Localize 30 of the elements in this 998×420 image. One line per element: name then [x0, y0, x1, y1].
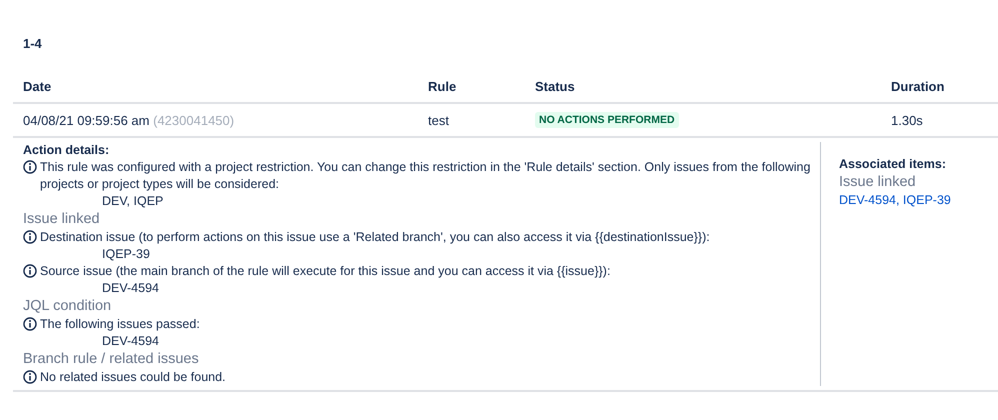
column-header: Date	[23, 79, 52, 94]
associated-title: Associated items:	[839, 156, 947, 173]
details-title: Action details:	[23, 142, 110, 159]
section-heading: Branch rule / related issues	[23, 350, 200, 369]
info-icon	[23, 370, 37, 384]
info-message: Source issue (the main branch of the rule will execute for this issue and you can access it via {{issue}}):	[40, 263, 610, 280]
column-header: Duration	[891, 79, 946, 94]
column-header: Rule	[428, 79, 458, 94]
issue-keys: IQEP-39	[102, 247, 150, 261]
duration-cell-text: 1.30s	[891, 112, 924, 128]
issue-keys: DEV, IQEP	[102, 194, 164, 208]
issue-keys: DEV-4594	[102, 281, 159, 295]
info-message: The following issues passed:	[40, 316, 200, 333]
info-message: No related issues could be found.	[40, 369, 226, 386]
issue-link[interactable]: DEV-4594, IQEP-39	[839, 192, 951, 209]
info-icon	[23, 264, 37, 278]
info-icon	[23, 317, 37, 331]
result-range: 1-4	[22, 36, 43, 51]
info-icon	[23, 160, 37, 174]
section-heading: Issue linked	[23, 210, 101, 229]
rule-cell-text: test	[428, 112, 450, 128]
info-icon	[23, 230, 37, 244]
date-cell-text: 04/08/21 09:59:56 am (4230041450)	[23, 112, 236, 128]
issue-keys: DEV-4594	[102, 334, 159, 348]
info-message: This rule was configured with a project restriction. You can change this restriction in the 'Rule details' section. Only issues from the following projects or project types will be considered:	[40, 159, 812, 193]
associated-heading: Issue linked	[839, 173, 917, 192]
section-heading: JQL condition	[23, 297, 112, 316]
column-header: Status	[535, 79, 576, 94]
info-message: Destination issue (to perform actions on this issue use a 'Related branch', you can also access it via {{destinationIssue}}):	[40, 229, 710, 246]
status-lozenge: NO ACTIONS PERFORMED	[535, 112, 679, 128]
